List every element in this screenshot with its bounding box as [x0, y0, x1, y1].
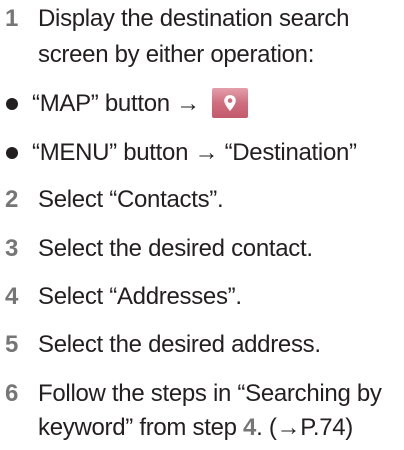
map-pin-icon — [211, 87, 248, 118]
step-text: Select the desired contact. — [38, 235, 313, 262]
step-reference-number: 4 — [243, 414, 257, 441]
step-number: 2 — [5, 186, 19, 213]
step-number: 5 — [5, 331, 19, 358]
step-text: screen by either operation: — [38, 41, 315, 68]
step-number: 4 — [5, 283, 19, 310]
bullet-dot — [6, 98, 18, 110]
step-number: 6 — [5, 380, 19, 407]
step-number: 1 — [5, 5, 19, 32]
step-text-part: keyword” from step — [38, 414, 244, 441]
step-text: Select “Contacts”. — [38, 186, 224, 213]
step-text: keyword” from step 4. (→P.74) — [38, 411, 353, 444]
bullet-label: “MAP” button → — [32, 90, 200, 117]
bullet-text: “MAP” button → — [32, 87, 248, 120]
step-text: Select the desired address. — [38, 331, 321, 358]
step-text: Follow the steps in “Searching by — [38, 380, 382, 407]
instruction-page: 1 Display the destination search screen … — [0, 0, 404, 450]
step-text: Select “Addresses”. — [38, 283, 242, 310]
bullet-text: “MENU” button → “Destination” — [32, 139, 357, 166]
bullet-dot — [6, 147, 18, 159]
step-number: 3 — [5, 235, 19, 262]
page-reference-link[interactable]: . (→P.74) — [256, 414, 353, 441]
step-text: Display the destination search — [38, 5, 350, 32]
